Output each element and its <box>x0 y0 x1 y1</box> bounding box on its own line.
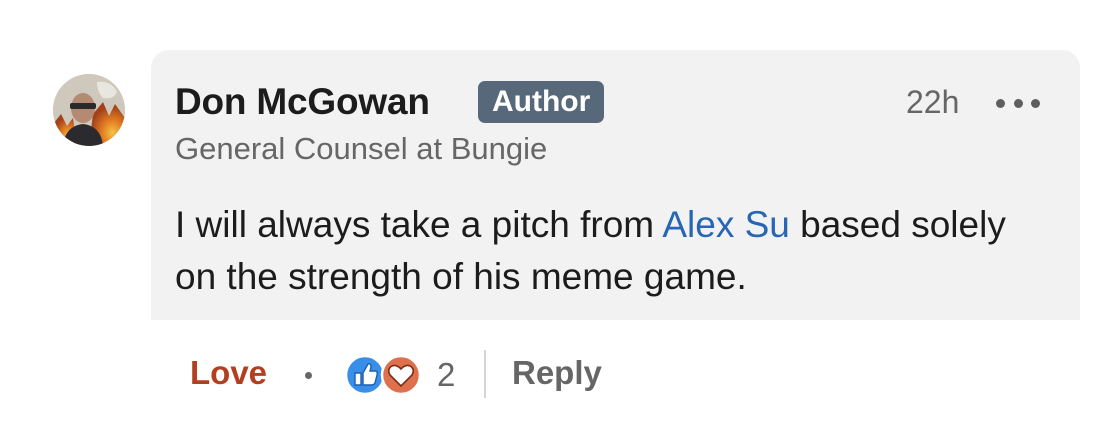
divider <box>484 350 486 398</box>
comment-text: I will always take a pitch from Alex Su … <box>175 199 1055 303</box>
more-dot <box>996 98 1005 108</box>
author-name[interactable]: Don McGowan <box>175 81 430 123</box>
reaction-count[interactable]: 2 <box>437 356 455 394</box>
more-dot <box>1013 98 1023 108</box>
more-dot <box>1031 98 1040 108</box>
reactions-summary[interactable] <box>344 354 426 396</box>
separator-dot <box>305 372 312 379</box>
love-reaction-button[interactable]: Love <box>190 354 267 392</box>
love-icon <box>380 354 422 396</box>
author-headline: General Counsel at Bungie <box>175 131 548 166</box>
avatar[interactable] <box>53 74 125 146</box>
profile-photo <box>53 74 125 146</box>
like-icon <box>344 354 386 396</box>
comment-text-start: I will always take a pitch from <box>175 204 663 245</box>
author-badge: Author <box>478 81 605 123</box>
reaction-icons <box>344 354 422 396</box>
reply-button[interactable]: Reply <box>512 354 602 392</box>
more-horizontal-icon[interactable] <box>994 90 1042 116</box>
comment-thread: Don McGowan Author 22h General Counsel a… <box>0 0 1116 444</box>
timestamp: 22h <box>906 84 960 120</box>
mention-link[interactable]: Alex Su <box>662 204 790 245</box>
